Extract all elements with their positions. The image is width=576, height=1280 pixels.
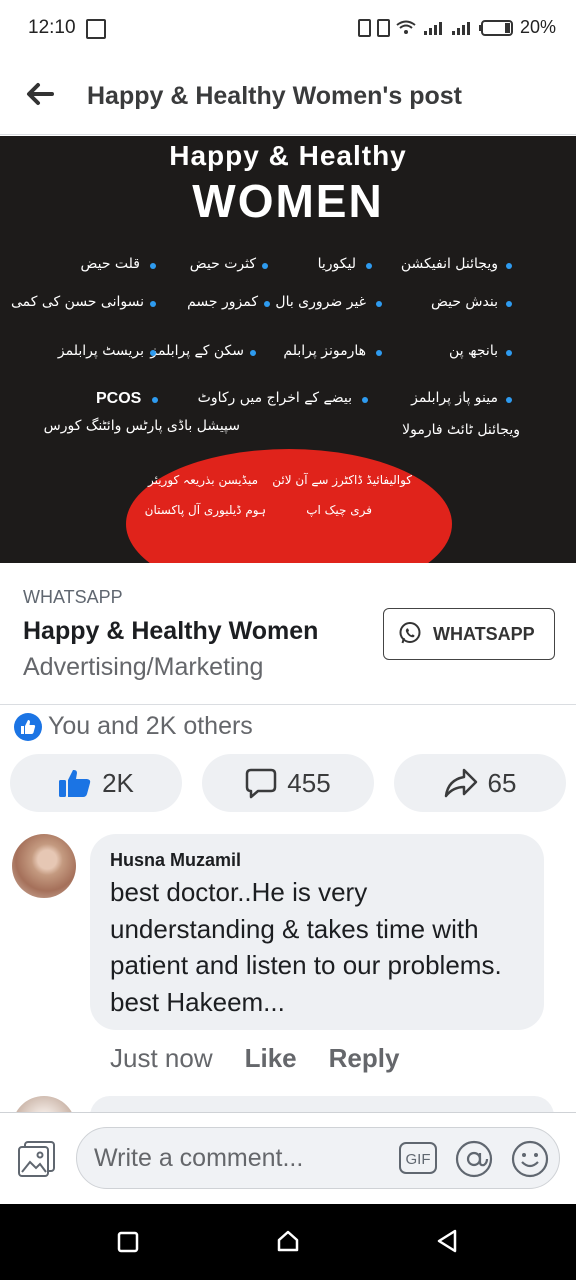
page-title: Happy & Healthy Women's post bbox=[87, 82, 462, 110]
status-bar: 12:10 20% bbox=[0, 0, 576, 58]
bullet-icon bbox=[250, 350, 256, 356]
whatsapp-icon bbox=[399, 622, 421, 644]
ad-item: ھارمونز پرابلم bbox=[283, 343, 366, 359]
whatsapp-button-label: WHATSAPP bbox=[433, 624, 535, 644]
ad-item: کمزور جسم bbox=[187, 294, 258, 310]
wifi-icon bbox=[396, 20, 416, 34]
vibrate-icon bbox=[376, 18, 390, 37]
cta-category: Advertising/Marketing bbox=[23, 653, 264, 681]
system-nav-bar bbox=[0, 1204, 576, 1280]
share-button[interactable]: 65 bbox=[394, 754, 566, 812]
ad-offer: فری چیک اپ bbox=[306, 503, 372, 517]
back-arrow-icon[interactable] bbox=[22, 76, 58, 112]
gif-icon[interactable]: GIF bbox=[399, 1142, 437, 1174]
ad-item: سپیشل باڈی پارٹس وائٹنگ کورس bbox=[43, 418, 240, 434]
bullet-icon bbox=[506, 263, 512, 269]
avatar[interactable] bbox=[12, 834, 76, 898]
bullet-icon bbox=[264, 301, 270, 307]
ad-item: غیر ضروری بال bbox=[275, 294, 366, 310]
comment-icon bbox=[246, 768, 277, 799]
comment-input[interactable]: Write a comment... GIF bbox=[76, 1127, 560, 1189]
bullet-icon bbox=[362, 397, 368, 403]
comment-author[interactable]: Husna Muzamil bbox=[110, 850, 241, 871]
like-icon bbox=[59, 769, 91, 797]
photo-icon[interactable] bbox=[18, 1141, 56, 1177]
comment-like-button[interactable]: Like bbox=[245, 1043, 297, 1074]
like-badge-icon bbox=[14, 712, 42, 741]
bullet-icon bbox=[506, 350, 512, 356]
share-icon bbox=[444, 768, 477, 798]
gif-label: GIF bbox=[406, 1151, 431, 1168]
ad-item-pcos: PCOS bbox=[96, 390, 142, 407]
bullet-icon bbox=[376, 301, 382, 307]
comment-actions: Just now Like Reply bbox=[110, 1043, 399, 1074]
emoji-icon[interactable] bbox=[511, 1140, 549, 1178]
signal-icon-1 bbox=[423, 21, 442, 35]
bullet-icon bbox=[150, 301, 156, 307]
signal-icon-2 bbox=[451, 21, 470, 35]
bullet-icon bbox=[150, 263, 156, 269]
ad-item: نسوانی حسن کی کمی bbox=[11, 294, 144, 310]
ad-item: بیضے کے اخراج میں رکاوٹ bbox=[197, 390, 352, 406]
ad-item: مینو پاز پرابلمز bbox=[411, 390, 498, 406]
screen-icon bbox=[357, 18, 371, 37]
battery-percent: 20% bbox=[519, 17, 556, 37]
comment-text: best doctor..He is very understanding & … bbox=[110, 877, 502, 1017]
status-time: 12:10 bbox=[28, 17, 76, 38]
bullet-icon bbox=[366, 263, 372, 269]
bullet-icon bbox=[150, 350, 156, 356]
ad-title-line1: Happy & Healthy bbox=[169, 140, 407, 171]
post-image[interactable]: Happy & Healthy WOMEN ویجائنل انفیکشن لی… bbox=[0, 136, 576, 563]
comment-bubble[interactable]: Husna Muzamil best doctor..He is very un… bbox=[90, 834, 544, 1030]
gallery-notification-icon bbox=[86, 19, 106, 39]
ad-item: بندش حیض bbox=[430, 294, 498, 310]
ad-item: ویجائنل انفیکشن bbox=[400, 256, 498, 272]
ad-item: قلت حیض bbox=[80, 256, 140, 272]
bullet-icon bbox=[506, 301, 512, 307]
reaction-summary[interactable]: You and 2K others bbox=[14, 712, 253, 741]
like-button[interactable]: 2K bbox=[10, 754, 182, 812]
comment-reply-button[interactable]: Reply bbox=[329, 1043, 400, 1074]
ad-offer-oval: کوالیفائیڈ ڈاکٹرز سے آن لائن فری چیک اپ … bbox=[126, 449, 452, 563]
comment-button[interactable]: 455 bbox=[202, 754, 374, 812]
comment-time: Just now bbox=[110, 1043, 213, 1073]
like-count: 2K bbox=[102, 767, 134, 798]
comment-composer: Write a comment... GIF bbox=[0, 1112, 576, 1205]
ad-title-line2: WOMEN bbox=[192, 175, 384, 227]
ad-item: بانجھ پن bbox=[449, 343, 498, 359]
recent-apps-icon[interactable] bbox=[117, 1231, 139, 1253]
cta-card: WHATSAPP Happy & Healthy Women Advertisi… bbox=[0, 563, 576, 705]
ad-offer: کوالیفائیڈ ڈاکٹرز سے آن لائن bbox=[272, 473, 412, 487]
back-nav-icon[interactable] bbox=[436, 1229, 458, 1253]
ad-item: بریسٹ پرابلمز bbox=[57, 343, 144, 359]
reaction-summary-text: You and 2K others bbox=[48, 712, 253, 740]
bullet-icon bbox=[506, 397, 512, 403]
mention-icon[interactable] bbox=[455, 1140, 493, 1178]
ad-item: ویجائنل ٹائٹ فارمولا bbox=[402, 422, 520, 438]
battery-icon bbox=[478, 19, 513, 36]
ad-offer: میڈیسن بذریعہ کوریئر bbox=[147, 473, 258, 487]
cta-label: WHATSAPP bbox=[23, 587, 123, 607]
cta-page-name[interactable]: Happy & Healthy Women bbox=[23, 617, 318, 646]
bullet-icon bbox=[152, 397, 158, 403]
comment-input-placeholder: Write a comment... bbox=[94, 1144, 304, 1172]
ad-item: لیکوریا bbox=[317, 256, 356, 272]
ad-offer: ہوم ڈیلیوری آل پاکستان bbox=[144, 503, 266, 517]
whatsapp-button[interactable]: WHATSAPP bbox=[383, 608, 555, 660]
home-icon[interactable] bbox=[276, 1229, 300, 1253]
bullet-icon bbox=[376, 350, 382, 356]
post-header: Happy & Healthy Women's post bbox=[0, 58, 576, 135]
share-count: 65 bbox=[487, 767, 517, 798]
bullet-icon bbox=[262, 263, 268, 269]
comment-count: 455 bbox=[287, 767, 331, 798]
ad-item: سکن کے پرابلمز bbox=[150, 343, 244, 359]
ad-item: کثرت حیض bbox=[189, 256, 256, 272]
status-right-group: 20% bbox=[357, 17, 556, 38]
